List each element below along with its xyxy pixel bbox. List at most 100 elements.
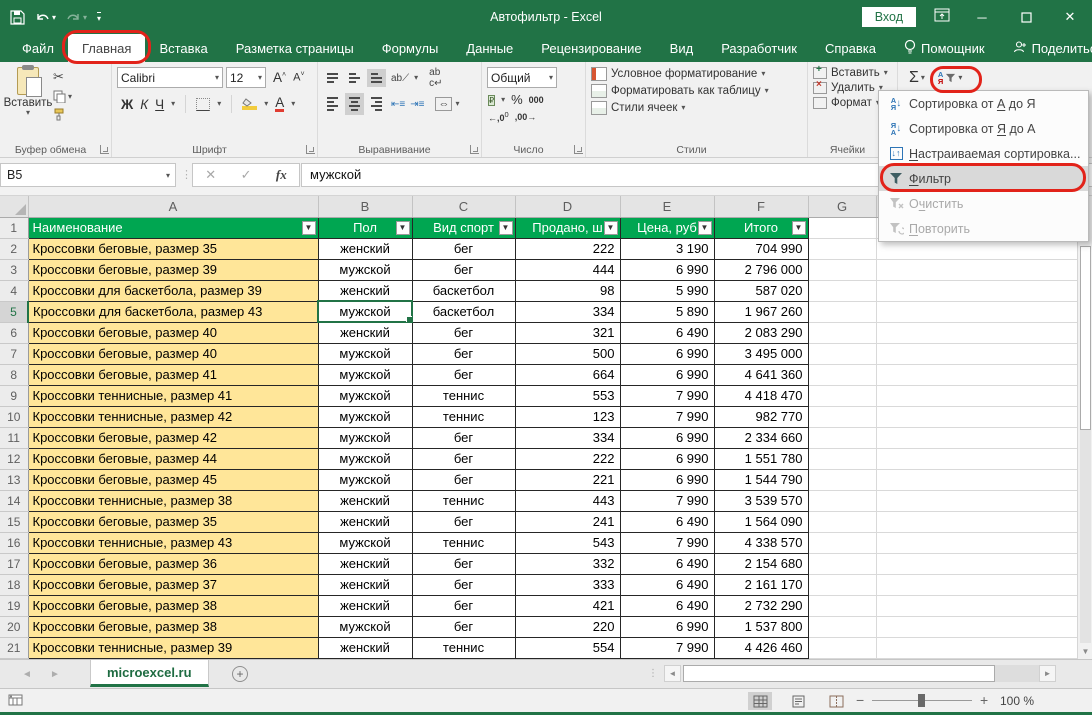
select-all-corner[interactable] [0, 196, 29, 218]
empty-cell[interactable] [808, 574, 877, 596]
cell[interactable]: Кроссовки теннисные, размер 38 [27, 489, 319, 512]
cell[interactable]: 123 [514, 405, 621, 428]
empty-cell[interactable] [808, 511, 877, 533]
cell[interactable]: 1 967 260 [713, 300, 809, 323]
name-box[interactable]: B5 ▾ [0, 163, 176, 187]
cell[interactable]: бег [411, 447, 516, 470]
alignment-dialog-launcher-icon[interactable] [470, 145, 479, 154]
cell[interactable]: Кроссовки теннисные, размер 42 [27, 405, 319, 428]
decrease-decimal-icon[interactable]: ,00→ [515, 112, 537, 122]
cell[interactable]: бег [411, 510, 516, 533]
format-painter-button[interactable] [53, 108, 83, 121]
cell[interactable]: 4 418 470 [713, 384, 809, 407]
column-header-a[interactable]: A [28, 196, 319, 218]
cell[interactable]: 98 [514, 279, 621, 302]
autofilter-dropdown-icon[interactable]: ▼ [603, 220, 618, 235]
empty-cell[interactable] [808, 343, 877, 365]
cell[interactable]: женский [317, 552, 413, 575]
cell[interactable]: 7 990 [619, 384, 715, 407]
underline-button[interactable]: Ч [155, 97, 164, 112]
macro-record-icon[interactable] [8, 694, 23, 709]
new-sheet-icon[interactable]: + [232, 666, 248, 682]
scroll-left-icon[interactable]: ◄ [664, 665, 681, 682]
empty-cell[interactable] [808, 595, 877, 617]
autofilter-dropdown-icon[interactable]: ▼ [301, 220, 316, 235]
tab-view[interactable]: Вид [656, 34, 708, 62]
zoom-in-icon[interactable]: + [980, 692, 988, 708]
cell[interactable]: 6 990 [619, 426, 715, 449]
row-header-6[interactable]: 6 [0, 322, 29, 344]
cell[interactable]: женский [317, 636, 413, 659]
cell[interactable]: Кроссовки теннисные, размер 41 [27, 384, 319, 407]
empty-cell[interactable] [876, 553, 1077, 575]
cell[interactable]: 6 490 [619, 552, 715, 575]
cell[interactable]: 1 544 790 [713, 468, 809, 491]
align-left-icon[interactable] [323, 93, 342, 115]
cell[interactable]: 6 490 [619, 321, 715, 344]
empty-cell[interactable] [876, 364, 1077, 386]
cell[interactable]: 241 [514, 510, 621, 533]
menu-item-custom-sort[interactable]: ↓↑ Настраиваемая сортировка... [879, 141, 1088, 166]
empty-cell[interactable] [808, 490, 877, 512]
column-header-e[interactable]: E [620, 196, 715, 218]
row-header-4[interactable]: 4 [0, 280, 29, 302]
cell[interactable]: 5 890 [619, 300, 715, 323]
prev-sheet-icon[interactable]: ◄ [22, 669, 32, 680]
conditional-formatting-button[interactable]: Условное форматирование ▾ [591, 67, 804, 81]
formula-bar-splitter[interactable]: ⋮ [181, 168, 192, 181]
cell[interactable]: мужской [317, 447, 413, 470]
underline-dropdown-icon[interactable]: ▾ [171, 100, 175, 108]
menu-item-sort-az[interactable]: А Я ↓ Сортировка от А до Я [879, 91, 1088, 116]
empty-cell[interactable] [808, 322, 877, 344]
comma-style-icon[interactable]: 000 [529, 95, 544, 105]
cell[interactable]: Кроссовки беговые, размер 45 [27, 468, 319, 491]
cell[interactable]: 421 [514, 594, 621, 617]
cut-button[interactable]: ✂ [53, 69, 83, 85]
cell[interactable]: мужской [317, 468, 413, 491]
bold-button[interactable]: Ж [121, 97, 133, 112]
orientation-icon[interactable]: ab⟋ [391, 73, 409, 84]
menu-item-sort-za[interactable]: Я А ↓ Сортировка от Я до А [879, 116, 1088, 141]
page-layout-view-icon[interactable] [786, 692, 810, 710]
empty-cell[interactable] [808, 448, 877, 470]
cell[interactable]: бег [411, 615, 516, 638]
empty-cell[interactable] [876, 574, 1077, 596]
number-dialog-launcher-icon[interactable] [574, 145, 583, 154]
autofilter-dropdown-icon[interactable]: ▼ [498, 220, 513, 235]
cell[interactable]: бег [411, 594, 516, 617]
cell[interactable]: мужской [317, 363, 413, 386]
empty-cell[interactable] [876, 448, 1077, 470]
empty-cell[interactable] [808, 259, 877, 281]
row-header-10[interactable]: 10 [0, 406, 29, 428]
accounting-format-icon[interactable]: ₽ [488, 94, 496, 106]
cell[interactable]: мужской [317, 615, 413, 638]
cell[interactable]: 543 [514, 531, 621, 554]
cell[interactable]: бег [411, 342, 516, 365]
horizontal-scrollbar-thumb[interactable] [683, 665, 995, 682]
font-name-combo[interactable]: Calibri ▾ [117, 67, 223, 88]
cell[interactable]: женский [317, 510, 413, 533]
close-button[interactable]: ✕ [1048, 0, 1092, 34]
empty-cell[interactable] [876, 406, 1077, 428]
italic-button[interactable]: К [140, 97, 148, 112]
insert-function-icon[interactable]: fx [276, 167, 287, 183]
cell[interactable]: теннис [411, 489, 516, 512]
next-sheet-icon[interactable]: ► [50, 669, 60, 680]
row-header-20[interactable]: 20 [0, 616, 29, 638]
cell[interactable]: Кроссовки беговые, размер 39 [27, 258, 319, 281]
cell[interactable]: Кроссовки беговые, размер 37 [27, 573, 319, 596]
cell[interactable]: 2 796 000 [713, 258, 809, 281]
cell-styles-button[interactable]: Стили ячеек ▾ [591, 101, 804, 115]
cell[interactable]: Кроссовки теннисные, размер 39 [27, 636, 319, 659]
row-header-13[interactable]: 13 [0, 469, 29, 491]
empty-cell[interactable] [808, 364, 877, 386]
selected-cell[interactable]: мужской [317, 300, 413, 323]
cell[interactable]: Кроссовки беговые, размер 40 [27, 321, 319, 344]
empty-cell[interactable] [808, 427, 877, 449]
font-size-combo[interactable]: 12 ▾ [226, 67, 266, 88]
cell[interactable]: 2 154 680 [713, 552, 809, 575]
cell[interactable]: 2 334 660 [713, 426, 809, 449]
cell[interactable]: Кроссовки беговые, размер 35 [27, 510, 319, 533]
cell[interactable]: 221 [514, 468, 621, 491]
cell[interactable]: женский [317, 321, 413, 344]
